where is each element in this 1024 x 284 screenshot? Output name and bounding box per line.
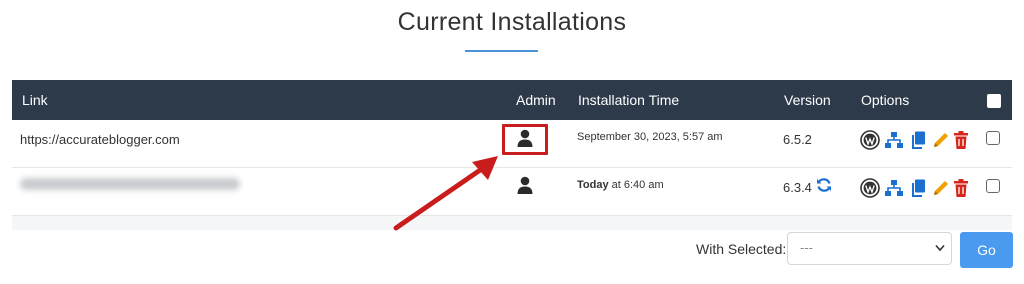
edit-pencil-icon[interactable] [931,178,951,198]
installations-table: Link Admin Installation Time Version Opt… [12,80,1012,216]
chevron-down-icon [935,244,945,252]
edit-pencil-icon[interactable] [931,130,951,150]
staging-icon[interactable] [884,130,904,150]
column-header-link: Link [22,92,48,108]
version-number: 6.5.2 [783,132,812,147]
table-row: https://accurateblogger.com September 30… [12,120,1012,168]
admin-user-icon[interactable] [517,176,533,194]
version-number: 6.3.4 [783,180,812,195]
staging-icon[interactable] [884,178,904,198]
table-footer [12,216,1012,230]
clone-icon[interactable] [908,130,928,150]
row-checkbox[interactable] [986,179,1000,193]
column-header-admin: Admin [516,92,556,108]
delete-trash-icon[interactable] [951,130,971,150]
wordpress-icon[interactable] [860,130,880,150]
go-button[interactable]: Go [960,232,1013,268]
installation-time-day: Today [577,179,609,191]
installation-time: September 30, 2023, 5:57 am [577,131,723,143]
page-title: Current Installations [397,8,627,36]
update-refresh-icon[interactable] [816,177,832,193]
annotation-arrow [393,156,498,231]
with-selected-label: With Selected: [696,241,787,257]
bulk-action-selected-value: --- [800,240,813,255]
installation-time-rest: at 6:40 am [608,179,664,191]
delete-trash-icon[interactable] [951,178,971,198]
admin-user-icon[interactable] [517,129,533,147]
bulk-action-select[interactable]: --- [787,232,952,265]
wordpress-icon[interactable] [860,178,880,198]
select-all-checkbox[interactable] [987,94,1001,108]
table-header: Link Admin Installation Time Version Opt… [12,80,1012,120]
installation-link-blurred[interactable] [20,178,240,190]
clone-icon[interactable] [908,178,928,198]
table-row: Today at 6:40 am 6.3.4 [12,168,1012,216]
title-underline [465,50,538,52]
installation-time: Today at 6:40 am [577,179,664,191]
column-header-version: Version [784,92,831,108]
column-header-installation-time: Installation Time [578,92,680,108]
row-checkbox[interactable] [986,131,1000,145]
installation-link[interactable]: https://accurateblogger.com [20,132,180,147]
column-header-options: Options [861,92,910,108]
